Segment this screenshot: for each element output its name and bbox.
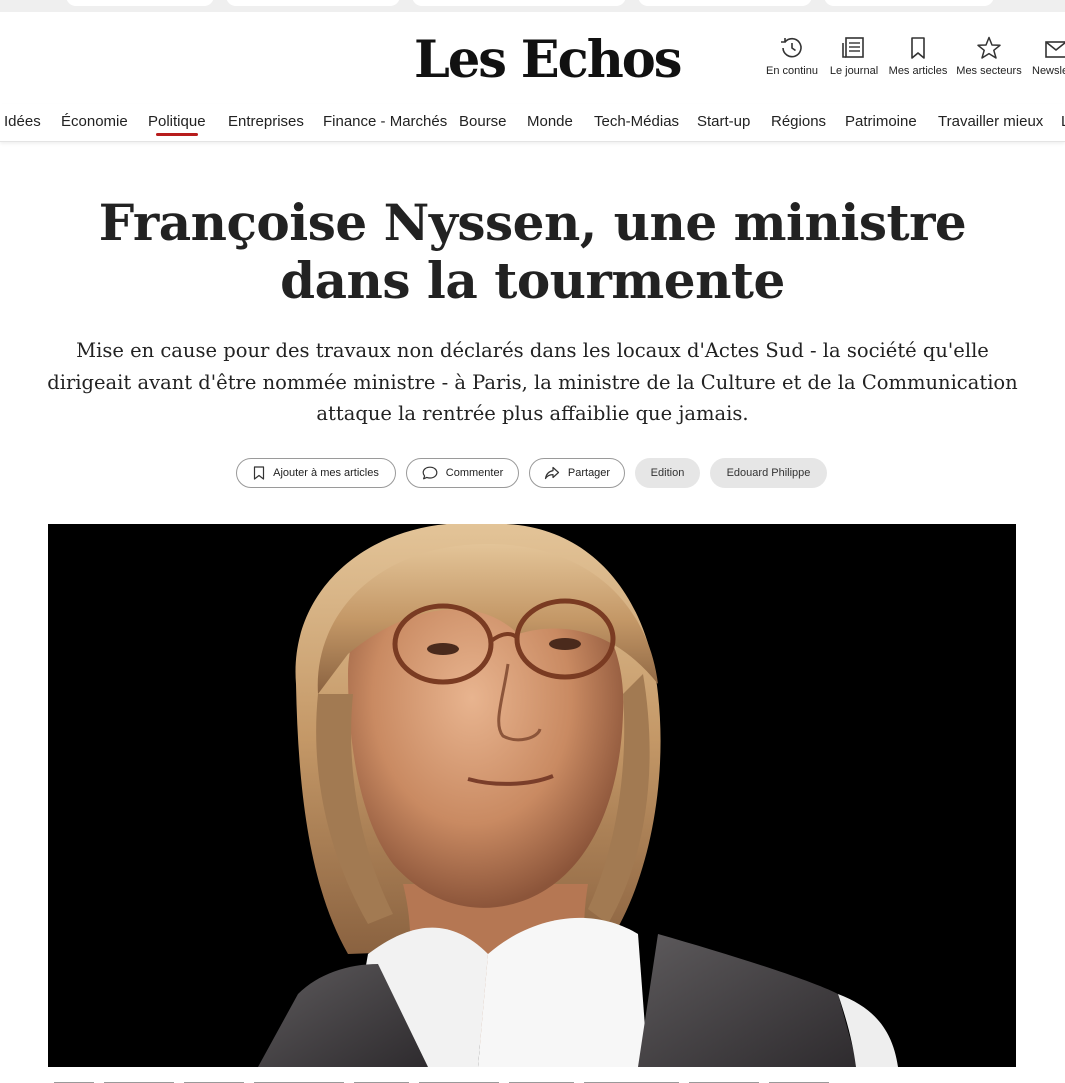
nav-item-start-up[interactable]: Start-up bbox=[697, 113, 750, 130]
bookmark-icon bbox=[254, 466, 265, 480]
newspaper-icon bbox=[842, 37, 864, 58]
article-photo bbox=[48, 524, 1016, 1067]
tool-label: Mes secteurs bbox=[956, 65, 1022, 77]
tag-edition[interactable]: Edition bbox=[635, 458, 700, 488]
add-to-my-articles-button[interactable]: Ajouter à mes articles bbox=[236, 458, 396, 488]
top-tab[interactable] bbox=[412, 0, 626, 6]
envelope-icon bbox=[1045, 41, 1065, 58]
tool-mes-secteurs[interactable]: Mes secteurs bbox=[954, 36, 1024, 77]
nav-item-travailler-mieux[interactable]: Travailler mieux bbox=[938, 113, 1043, 130]
nav-item-tech-medias[interactable]: Tech-Médias bbox=[594, 113, 679, 130]
tool-label: Le journal bbox=[829, 65, 879, 77]
nav-item-entreprises[interactable]: Entreprises bbox=[228, 113, 304, 130]
history-clock-icon bbox=[781, 37, 802, 58]
star-icon bbox=[977, 36, 1001, 59]
tool-le-journal[interactable]: Le journal bbox=[819, 36, 889, 77]
share-label: Partager bbox=[567, 467, 611, 479]
nav-item-finance-marches[interactable]: Finance - Marchés bbox=[323, 113, 447, 130]
nav-item-politique[interactable]: Politique bbox=[148, 113, 206, 136]
tool-label: En continu bbox=[766, 65, 818, 77]
top-tab[interactable] bbox=[226, 0, 400, 6]
share-button[interactable]: Partager bbox=[529, 458, 625, 488]
top-tab-strip bbox=[0, 0, 1065, 12]
bookmark-icon bbox=[911, 37, 925, 59]
comment-label: Commenter bbox=[445, 467, 504, 479]
share-arrow-icon bbox=[544, 466, 559, 480]
nav-item-idees[interactable]: Idées bbox=[4, 113, 41, 130]
tag-edouard-philippe[interactable]: Edouard Philippe bbox=[710, 458, 827, 488]
section-nav: Idées Économie Politique Entreprises Fin… bbox=[0, 104, 1065, 142]
tool-mes-articles[interactable]: Mes articles bbox=[883, 36, 953, 77]
article-title: Françoise Nyssen, une ministre dans la t… bbox=[98, 193, 967, 310]
tool-label: Newsle bbox=[1032, 65, 1065, 77]
tool-en-continu[interactable]: En continu bbox=[757, 36, 827, 77]
tool-label: Mes articles bbox=[888, 65, 948, 77]
article-lead: Mise en cause pour des travaux non décla… bbox=[47, 339, 1018, 425]
portrait-illustration bbox=[48, 524, 1016, 1067]
site-logo[interactable]: Les Echos bbox=[414, 30, 683, 90]
nav-item-monde[interactable]: Monde bbox=[527, 113, 573, 130]
article-actions: Ajouter à mes articles Commenter Partage… bbox=[0, 458, 1065, 488]
photo-caption-cutoff bbox=[48, 1074, 848, 1083]
nav-item-bourse[interactable]: Bourse bbox=[459, 113, 507, 130]
comment-button[interactable]: Commenter bbox=[406, 458, 519, 488]
nav-item-economie[interactable]: Économie bbox=[61, 113, 128, 130]
nav-item-regions[interactable]: Régions bbox=[771, 113, 826, 130]
top-tab[interactable] bbox=[824, 0, 994, 6]
nav-item-patrimoine[interactable]: Patrimoine bbox=[845, 113, 917, 130]
add-to-my-articles-label: Ajouter à mes articles bbox=[273, 467, 379, 479]
nav-item-overflow[interactable]: L bbox=[1061, 113, 1065, 130]
tool-newsletters[interactable]: Newsle bbox=[1030, 36, 1065, 77]
top-tab[interactable] bbox=[66, 0, 214, 6]
top-tab[interactable] bbox=[638, 0, 812, 6]
comment-bubble-icon bbox=[422, 466, 438, 480]
